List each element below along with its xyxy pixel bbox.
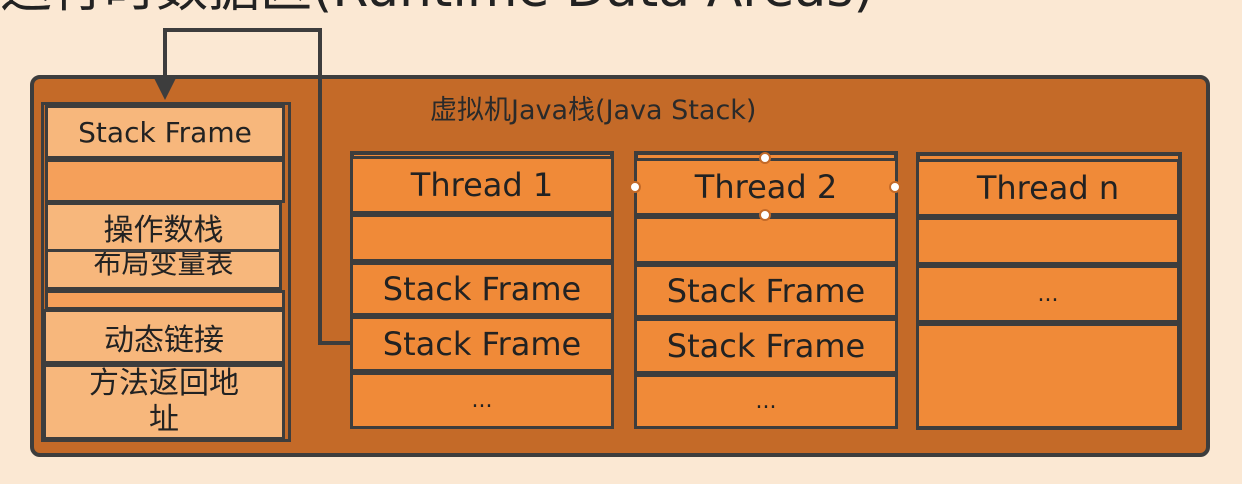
connector-arrow <box>153 28 352 345</box>
arrow-head-icon <box>153 76 177 100</box>
connector-line <box>163 28 352 345</box>
